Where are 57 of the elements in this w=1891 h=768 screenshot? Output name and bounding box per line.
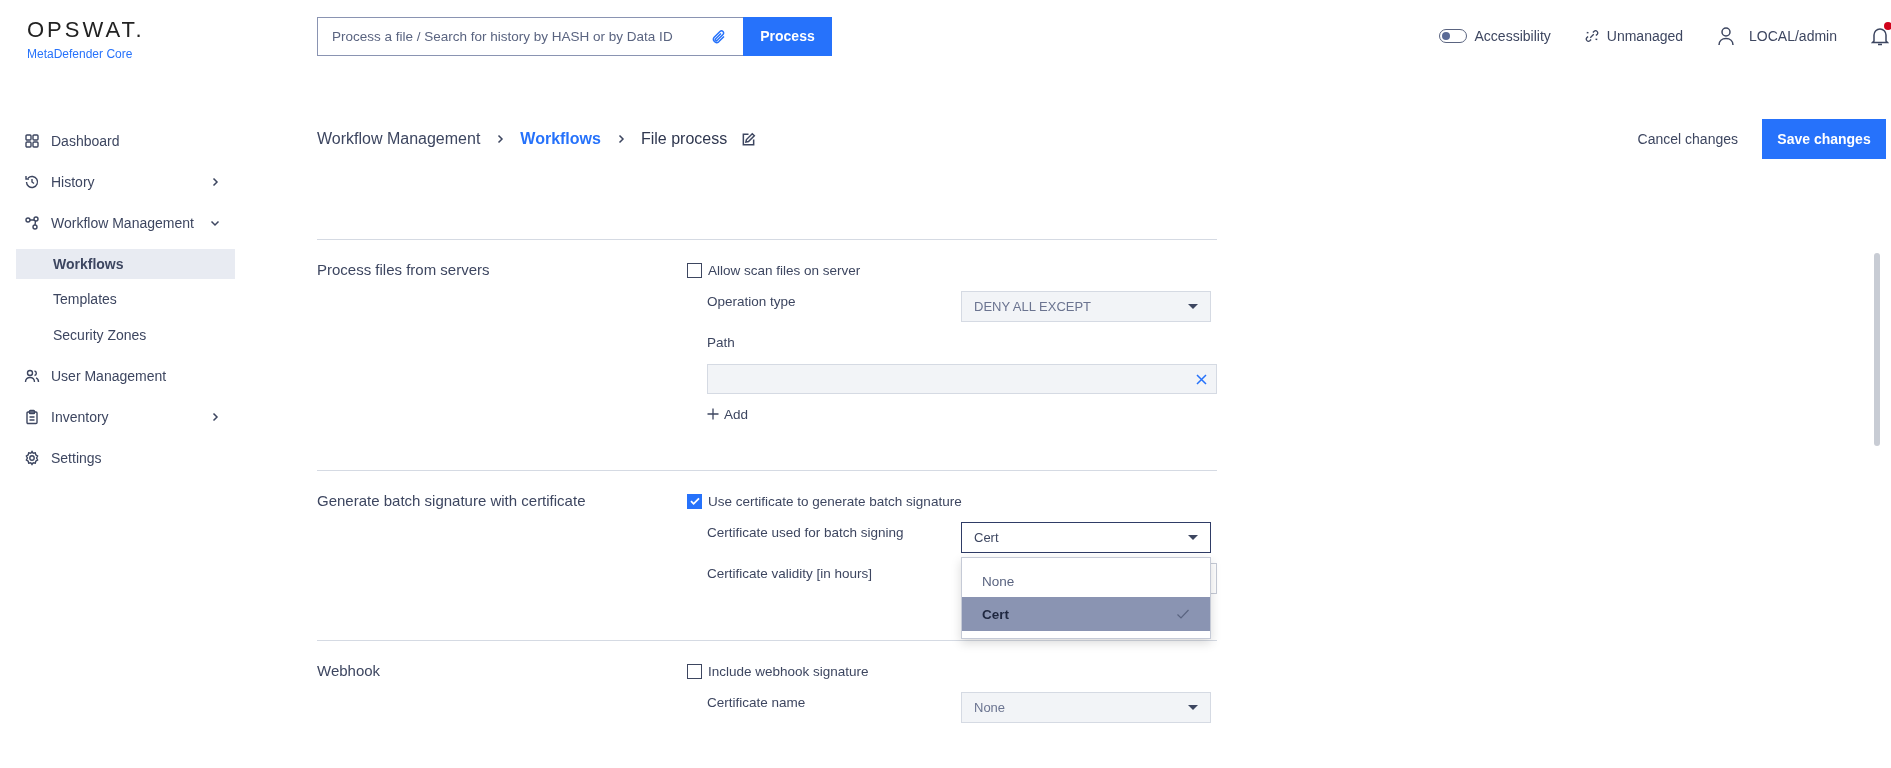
- sidebar-item[interactable]: Inventory: [0, 396, 235, 437]
- nav-icon: [24, 214, 40, 231]
- dropdown[interactable]: Cert: [961, 522, 1211, 553]
- checkbox-label[interactable]: Include webhook signature: [708, 663, 869, 679]
- checkbox-label[interactable]: Allow scan files on server: [708, 262, 861, 278]
- cancel-changes-button[interactable]: Cancel changes: [1631, 130, 1744, 148]
- edit-icon[interactable]: [741, 131, 757, 147]
- caret-down-icon: [1188, 303, 1198, 310]
- sidebar-subitem[interactable]: Templates: [16, 284, 235, 314]
- field-label: Certificate validity [in hours]: [707, 565, 874, 583]
- checkbox[interactable]: [687, 663, 702, 679]
- dropdown-option[interactable]: Cert: [962, 597, 1210, 631]
- accessibility-label: Accessibility: [1474, 28, 1551, 44]
- clear-icon[interactable]: [1196, 373, 1207, 385]
- section-title: Process files from servers: [317, 260, 491, 280]
- user-icon[interactable]: [1717, 26, 1736, 46]
- nav-icon: [24, 173, 40, 190]
- checkbox[interactable]: [687, 493, 702, 509]
- nav-icon: [24, 449, 40, 466]
- sidebar-item[interactable]: Workflow Management: [0, 202, 235, 243]
- path-field[interactable]: [707, 364, 1217, 394]
- field-label: Operation type: [707, 293, 797, 311]
- sidebar-item[interactable]: Dashboard: [0, 120, 235, 161]
- logo-wordmark: OPSWAT.: [27, 17, 146, 43]
- sidebar-item[interactable]: User Management: [0, 355, 235, 396]
- page-title: File process: [640, 130, 728, 148]
- sidebar-subitem[interactable]: Security Zones: [16, 319, 235, 350]
- plus-icon: [707, 408, 719, 420]
- caret-down-icon: [1188, 534, 1198, 541]
- search-field[interactable]: Process a file / Search for history by HASH or by Data ID: [317, 16, 743, 56]
- field-label: Certificate name: [707, 694, 807, 712]
- sidebar-subitem[interactable]: Workflows: [16, 248, 235, 279]
- unmanaged-status: Unmanaged: [1606, 28, 1684, 44]
- section-title: Webhook: [317, 661, 382, 681]
- breadcrumb-link[interactable]: Workflow Management: [317, 130, 481, 148]
- breadcrumb-link[interactable]: Workflows: [520, 130, 601, 148]
- field-label: Certificate used for batch signing: [707, 524, 905, 542]
- product-name: MetaDefender Core: [27, 47, 134, 61]
- user-name[interactable]: LOCAL/admin: [1749, 28, 1837, 44]
- checkbox-label[interactable]: Use certificate to generate batch signature: [708, 493, 962, 509]
- process-button[interactable]: Process: [743, 16, 832, 56]
- caret-down-icon: [1188, 704, 1198, 711]
- field-label: Path: [706, 334, 736, 352]
- check-icon: [1176, 608, 1190, 620]
- add-link[interactable]: Add: [707, 404, 749, 424]
- sidebar-item[interactable]: Settings: [0, 437, 235, 478]
- nav-icon: [24, 408, 40, 425]
- nav-icon: [24, 367, 40, 384]
- section-title: Generate batch signature with certificate: [317, 491, 587, 511]
- nav-icon: [24, 132, 40, 149]
- broken-link-icon: [1584, 29, 1599, 43]
- save-changes-button[interactable]: Save changes: [1762, 119, 1886, 159]
- sidebar-item[interactable]: History: [0, 161, 235, 202]
- checkbox[interactable]: [687, 262, 702, 278]
- dropdown-option[interactable]: None: [962, 566, 1210, 597]
- bell-icon[interactable]: [1871, 26, 1889, 46]
- paperclip-icon[interactable]: [711, 28, 727, 45]
